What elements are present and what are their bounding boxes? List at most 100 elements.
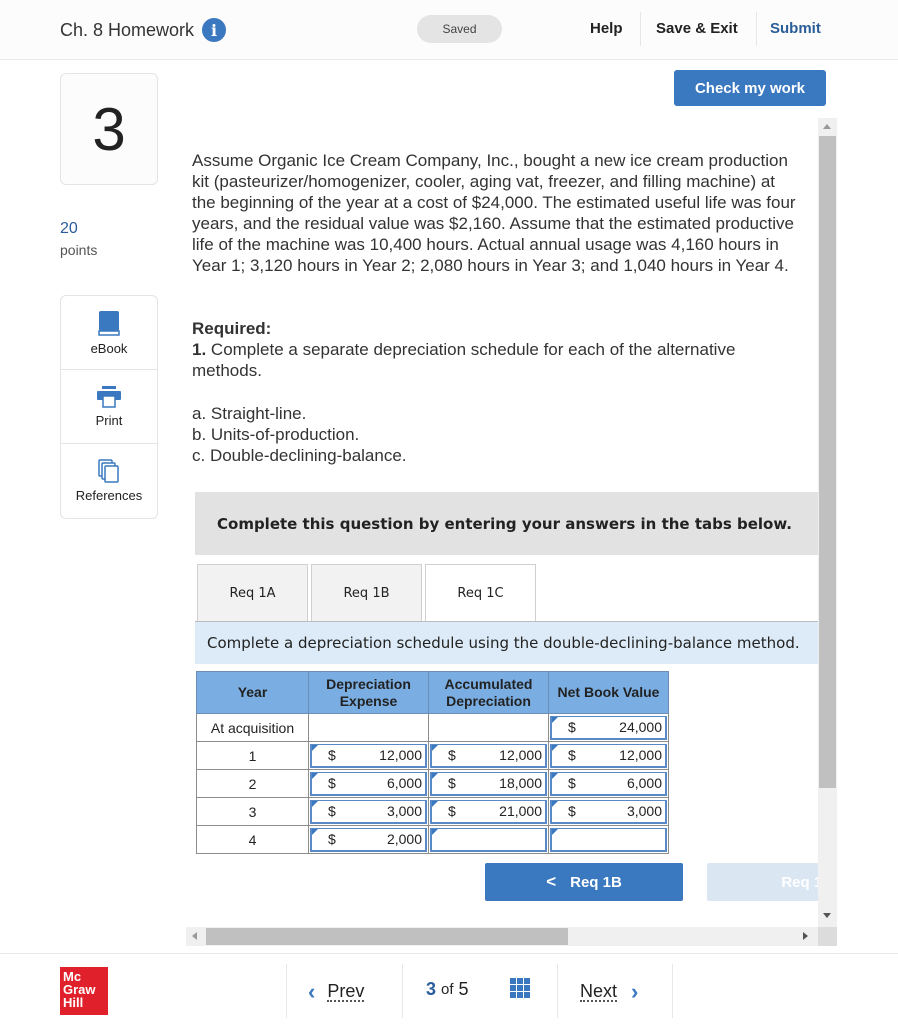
accumulated-depreciation-input[interactable]: $12,000 xyxy=(430,743,547,768)
currency-symbol: $ xyxy=(448,747,456,763)
vertical-scrollbar[interactable] xyxy=(818,118,837,928)
nbv-cell: $24,000 xyxy=(548,713,669,742)
next-label: Next xyxy=(580,981,618,1002)
scroll-right-arrow-icon[interactable] xyxy=(803,932,808,940)
required-item: 1. Complete a separate depreciation sche… xyxy=(192,339,802,381)
nbv-cell xyxy=(548,825,669,854)
acc-cell xyxy=(428,825,549,854)
horizontal-scroll-thumb[interactable] xyxy=(206,928,568,945)
points-value: 20 xyxy=(60,220,78,237)
next-requirement-label: Req 1C xyxy=(781,873,818,891)
depreciation-expense-input[interactable]: $6,000 xyxy=(310,771,427,796)
table-header-row: Year Depreciation Expense Accumulated De… xyxy=(196,671,669,714)
scroll-up-arrow-icon[interactable] xyxy=(823,124,831,129)
ebook-button[interactable]: eBook xyxy=(61,296,157,370)
references-label: References xyxy=(75,488,143,503)
cell-value: 18,000 xyxy=(499,775,542,791)
acc-cell: $21,000 xyxy=(428,797,549,826)
book-icon xyxy=(98,310,120,336)
horizontal-scrollbar[interactable] xyxy=(186,927,818,946)
top-header: Ch. 8 Homework i Saved Help Save & Exit … xyxy=(0,0,898,60)
required-text: Complete a separate depreciation schedul… xyxy=(192,340,736,380)
acc-cell: $12,000 xyxy=(428,741,549,770)
cell-value: 2,000 xyxy=(386,831,422,847)
year-cell: 2 xyxy=(196,769,309,798)
dep-cell: $12,000 xyxy=(308,741,429,770)
cell-value: 21,000 xyxy=(499,803,542,819)
prev-requirement-button[interactable]: < Req 1B xyxy=(485,863,683,901)
year-cell: 4 xyxy=(196,825,309,854)
submit-link[interactable]: Submit xyxy=(770,20,821,37)
currency-symbol: $ xyxy=(328,747,336,763)
references-button[interactable]: References xyxy=(61,444,157,518)
tools-panel: eBook Print References xyxy=(60,295,158,519)
mcgraw-hill-logo: Mc Graw Hill xyxy=(60,967,108,1015)
print-button[interactable]: Print xyxy=(61,370,157,444)
tab-req-1c[interactable]: Req 1C xyxy=(425,564,536,622)
depreciation-expense-input[interactable]: $3,000 xyxy=(310,799,427,824)
prev-question-button[interactable]: ‹ Prev xyxy=(308,979,365,1005)
print-label: Print xyxy=(95,412,123,428)
net-book-value-input[interactable]: $24,000 xyxy=(550,715,667,740)
scroll-down-arrow-icon[interactable] xyxy=(823,913,831,918)
divider xyxy=(557,964,558,1018)
divider xyxy=(672,964,673,1018)
question-text: Assume Organic Ice Cream Company, Inc., … xyxy=(192,151,796,275)
year-cell: At acquisition xyxy=(196,713,309,742)
next-requirement-button[interactable]: Req 1C xyxy=(707,863,818,901)
column-header-accumulated-depreciation: Accumulated Depreciation xyxy=(428,671,549,714)
net-book-value-input[interactable]: $3,000 xyxy=(550,799,667,824)
currency-symbol: $ xyxy=(328,831,336,847)
check-my-work-button[interactable]: Check my work xyxy=(674,70,826,106)
required-section: Required: 1. Complete a separate depreci… xyxy=(192,318,802,381)
documents-icon xyxy=(98,459,119,483)
cell-value: 24,000 xyxy=(619,719,662,735)
question-grid-icon[interactable] xyxy=(510,978,530,998)
tab-instructions: Complete a depreciation schedule using t… xyxy=(195,622,818,664)
question-number: 3 xyxy=(60,73,158,185)
assignment-title-text: Ch. 8 Homework xyxy=(60,19,195,40)
table-row: 2 $6,000 $18,000 $6,000 xyxy=(196,769,669,798)
dep-cell xyxy=(308,713,429,742)
net-book-value-input[interactable] xyxy=(550,827,667,852)
help-link[interactable]: Help xyxy=(590,20,623,37)
divider xyxy=(756,12,757,46)
scroll-left-arrow-icon[interactable] xyxy=(192,932,197,940)
method-item: c. Double-declining-balance. xyxy=(192,446,407,465)
net-book-value-input[interactable]: $6,000 xyxy=(550,771,667,796)
depreciation-expense-input[interactable]: $12,000 xyxy=(310,743,427,768)
currency-symbol: $ xyxy=(568,747,576,763)
currency-symbol: $ xyxy=(448,803,456,819)
vertical-scroll-thumb[interactable] xyxy=(819,136,836,788)
depreciation-table: Year Depreciation Expense Accumulated De… xyxy=(196,671,669,854)
accumulated-depreciation-input[interactable]: $18,000 xyxy=(430,771,547,796)
info-icon[interactable]: i xyxy=(202,18,227,42)
accumulated-depreciation-input[interactable]: $21,000 xyxy=(430,799,547,824)
requirement-tabs: Req 1A Req 1B Req 1C xyxy=(197,564,539,622)
divider xyxy=(640,12,641,46)
cell-value: 6,000 xyxy=(626,775,662,791)
dep-cell: $2,000 xyxy=(308,825,429,854)
cell-value: 12,000 xyxy=(379,747,422,763)
accumulated-depreciation-input[interactable] xyxy=(430,827,547,852)
tab-req-1a[interactable]: Req 1A xyxy=(197,564,308,622)
cell-value: 6,000 xyxy=(386,775,422,791)
acc-cell xyxy=(428,713,549,742)
scrollbar-corner xyxy=(818,927,837,946)
chevron-left-icon: ‹ xyxy=(308,979,316,1004)
net-book-value-input[interactable]: $12,000 xyxy=(550,743,667,768)
cell-value: 3,000 xyxy=(626,803,662,819)
table-row: At acquisition $24,000 xyxy=(196,713,669,742)
method-item: a. Straight-line. xyxy=(192,404,307,423)
chevron-left-icon: < xyxy=(546,872,557,891)
tab-req-1b[interactable]: Req 1B xyxy=(311,564,422,622)
cell-value: 12,000 xyxy=(499,747,542,763)
currency-symbol: $ xyxy=(328,803,336,819)
next-question-button[interactable]: Next › xyxy=(580,979,638,1005)
logo-line: Hill xyxy=(63,995,84,1010)
depreciation-expense-input[interactable]: $2,000 xyxy=(310,827,427,852)
nbv-cell: $12,000 xyxy=(548,741,669,770)
save-exit-link[interactable]: Save & Exit xyxy=(656,20,738,37)
divider xyxy=(286,964,287,1018)
page-of: of xyxy=(441,981,454,998)
